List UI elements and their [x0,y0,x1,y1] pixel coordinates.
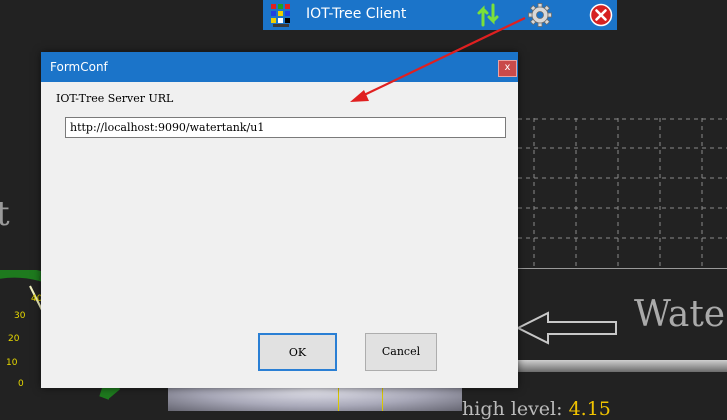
annotation-arrow-icon [350,17,526,102]
